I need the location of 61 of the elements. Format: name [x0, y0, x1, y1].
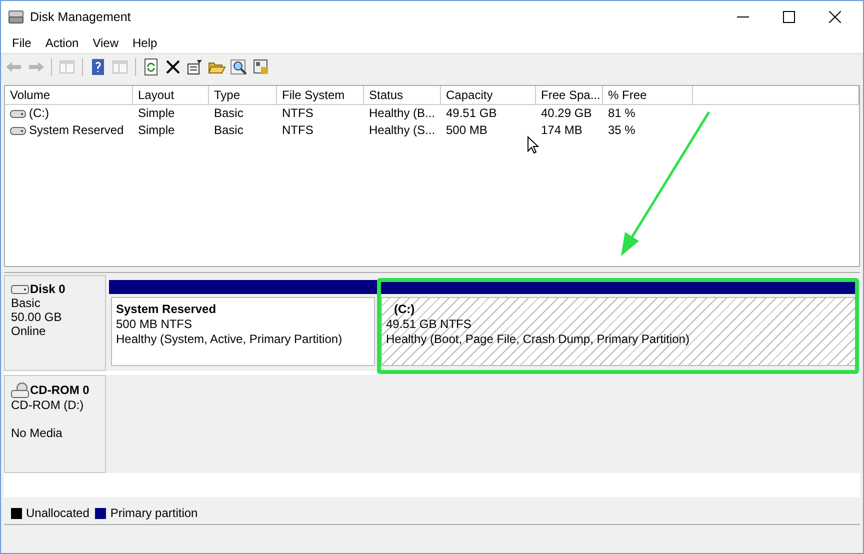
table-cell: Healthy (S...	[369, 122, 436, 139]
column-header[interactable]: Free Spa...	[536, 86, 603, 104]
cd-drive-icon	[11, 382, 29, 398]
partition-size: 49.51 GB NTFS	[386, 317, 472, 332]
table-cell: NTFS	[282, 105, 314, 122]
partition-name: (C:)	[393, 302, 416, 317]
partition-size: 500 MB NTFS	[116, 317, 194, 332]
partition-block[interactable]: (C:) 49.51 GB NTFS Healthy (Boot, Page File, Crash Dump, Primary Partition)	[381, 297, 857, 366]
cursor-icon	[527, 136, 539, 154]
table-cell: 500 MB	[446, 122, 488, 139]
window-title: Disk Management	[30, 10, 131, 24]
table-cell: 81 %	[608, 105, 636, 122]
menu-item[interactable]: View	[86, 36, 126, 50]
properties-icon[interactable]	[186, 58, 204, 76]
magnifier-icon[interactable]	[230, 58, 248, 76]
delete-icon[interactable]	[164, 58, 182, 76]
column-header[interactable]: Volume	[5, 86, 133, 104]
disk-icon	[8, 10, 24, 24]
disk-info: CD-ROM (D:)	[11, 398, 85, 412]
settings-icon[interactable]	[252, 58, 270, 76]
disk-label-panel[interactable]: CD-ROM 0 CD-ROM (D:) No Media	[4, 375, 106, 473]
drive-icon	[10, 110, 26, 118]
column-header[interactable]: Layout	[133, 86, 209, 104]
column-header[interactable]: Capacity	[441, 86, 536, 104]
column-header[interactable]: % Free	[603, 86, 693, 104]
disk-name: CD-ROM 0	[30, 383, 90, 397]
table-cell: Simple	[138, 105, 175, 122]
partition-status: Healthy (Boot, Page File, Crash Dump, Primary Partition)	[386, 332, 690, 347]
legend-label: Primary partition	[110, 506, 198, 520]
table-cell: Healthy (B...	[369, 105, 436, 122]
table-cell: Basic	[214, 122, 244, 139]
close-icon[interactable]	[829, 11, 841, 23]
partition-name: System Reserved	[116, 302, 218, 317]
menu-item[interactable]: File	[5, 36, 38, 50]
table-cell: 35 %	[608, 122, 636, 139]
help-icon[interactable]	[89, 58, 107, 76]
column-header[interactable]: Status	[364, 86, 441, 104]
maximize-icon[interactable]	[783, 11, 795, 23]
table-cell: System Reserved	[29, 122, 124, 139]
disk-info: 50.00 GB	[11, 310, 63, 324]
menu-item[interactable]: Help	[126, 36, 164, 50]
disk-info: No Media	[11, 426, 64, 440]
partition-status: Healthy (System, Active, Primary Partition)	[116, 332, 344, 347]
table-cell: NTFS	[282, 122, 314, 139]
table-cell: 40.29 GB	[541, 105, 592, 122]
table-cell: Simple	[138, 122, 175, 139]
column-header[interactable]: File System	[277, 86, 364, 104]
refresh-icon[interactable]	[142, 58, 160, 76]
column-header[interactable]: Type	[209, 86, 277, 104]
menu-item[interactable]: Action	[38, 36, 86, 50]
disk-info: Online	[11, 324, 47, 338]
disk-name: Disk 0	[30, 282, 66, 296]
legend-label: Unallocated	[26, 506, 90, 520]
table-cell: 49.51 GB	[446, 105, 497, 122]
drive-icon	[10, 126, 26, 134]
disk-label-panel[interactable]: Disk 0 Basic 50.00 GB Online	[4, 275, 106, 371]
table-cell: (C:)	[29, 105, 49, 122]
disk-info: Basic	[11, 296, 42, 310]
table-cell: 174 MB	[541, 122, 582, 139]
partition-block[interactable]: System Reserved 500 MB NTFS Healthy (System, Active, Primary Partition)	[111, 297, 375, 366]
table-cell: Basic	[214, 105, 244, 122]
